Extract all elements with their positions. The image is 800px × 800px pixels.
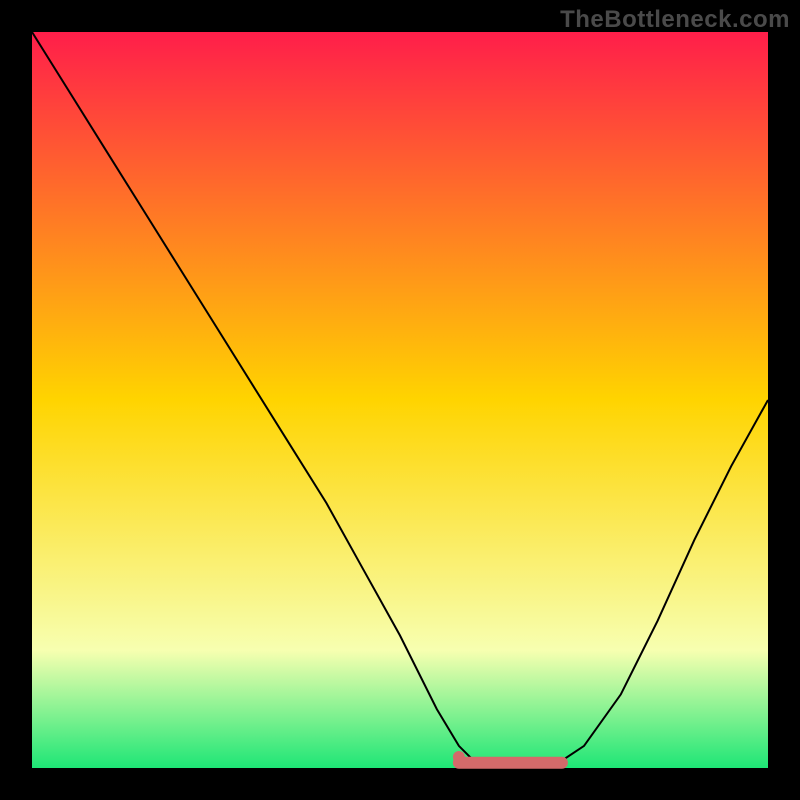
watermark-text: TheBottleneck.com xyxy=(560,6,790,34)
chart-plot-area xyxy=(32,32,768,768)
chart-frame: TheBottleneck.com xyxy=(0,0,800,800)
chart-svg xyxy=(0,0,800,800)
marker-dot xyxy=(453,751,465,763)
